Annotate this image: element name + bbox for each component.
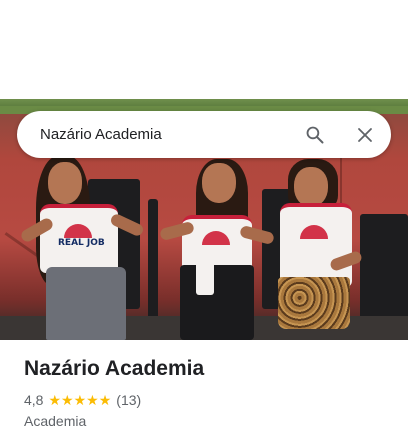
close-icon xyxy=(358,127,372,142)
rating-stars: ★ ★ ★ ★ ★ xyxy=(48,393,111,407)
clear-search-button[interactable] xyxy=(353,123,377,147)
star-icon: ★ xyxy=(73,392,87,408)
pants xyxy=(180,265,254,340)
star-icon: ★ xyxy=(61,392,74,408)
star-icon: ★ xyxy=(98,392,112,408)
place-info: Nazário Academia 4,8 ★ ★ ★ ★ ★ (13) Acad… xyxy=(24,355,394,430)
shirt-logo-text: REAL JOB xyxy=(58,238,105,248)
face xyxy=(202,163,236,203)
person-middle xyxy=(159,157,275,340)
shirt-knot xyxy=(196,257,214,295)
place-category: Academia xyxy=(24,413,87,429)
shirt-logo xyxy=(300,225,328,239)
search-input[interactable]: Nazário Academia xyxy=(40,126,303,143)
star-icon: ★ xyxy=(86,392,99,408)
search-button[interactable] xyxy=(303,123,327,147)
shirt xyxy=(280,203,352,287)
shirt-logo xyxy=(64,224,92,238)
rating-value: 4,8 xyxy=(24,392,44,408)
face xyxy=(294,167,328,207)
place-card: REAL JOB Nazário Academia Nazário Academ… xyxy=(0,0,408,438)
face xyxy=(48,162,82,204)
shirt: REAL JOB xyxy=(40,204,118,273)
person-right xyxy=(268,157,368,340)
shirt-logo xyxy=(202,231,230,245)
person-left: REAL JOB xyxy=(18,154,148,340)
rating-row[interactable]: 4,8 ★ ★ ★ ★ ★ (13) xyxy=(24,391,394,409)
place-title[interactable]: Nazário Academia xyxy=(24,355,394,383)
treadmill-bar xyxy=(148,199,158,329)
shirt xyxy=(182,215,252,271)
leggings xyxy=(46,267,126,340)
review-count[interactable]: (13) xyxy=(116,391,141,409)
skirt xyxy=(278,277,350,329)
search-icon xyxy=(306,126,324,143)
star-icon: ★ xyxy=(48,392,62,408)
search-bar[interactable]: Nazário Academia xyxy=(17,111,391,158)
